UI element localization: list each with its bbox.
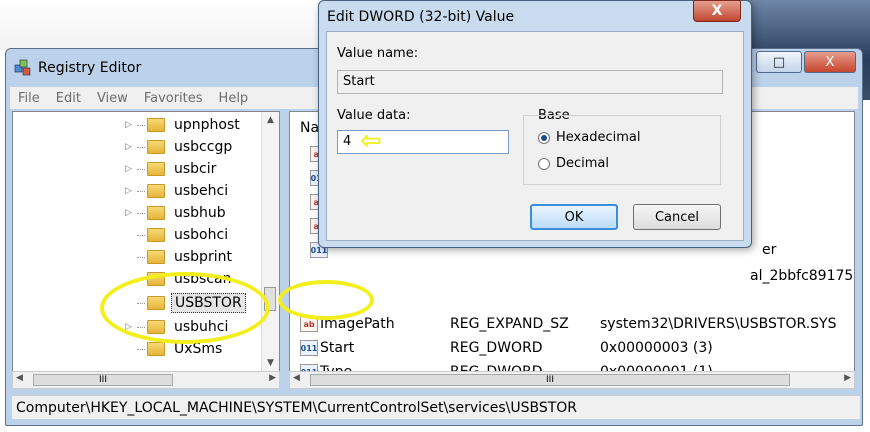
menu-favorites[interactable]: Favorites [136, 91, 211, 106]
tree-item[interactable]: ▷ usbccgp [13, 136, 235, 158]
folder-icon [147, 342, 165, 356]
folder-icon [147, 250, 165, 264]
radio-selected-icon[interactable] [538, 131, 550, 144]
binary-value-icon: 011 [300, 340, 318, 356]
dialog-body: Value name: Start Value data: 4 Base Hex… [326, 31, 744, 241]
scroll-left-icon[interactable]: ◀ [293, 373, 300, 383]
value-data-label: Value data: [337, 108, 411, 123]
scroll-thumb[interactable]: III [33, 374, 173, 386]
maximize-button[interactable]: □ [756, 51, 802, 73]
tree-item[interactable]: ▷ usbhub [13, 202, 229, 224]
radio-unselected-icon[interactable] [538, 157, 550, 170]
scroll-left-icon[interactable]: ◀ [16, 373, 23, 383]
window-title-text: Registry Editor [38, 60, 142, 76]
scroll-down-icon[interactable]: ▼ [262, 355, 279, 372]
highlight-circle-start [278, 280, 374, 320]
folder-icon [147, 140, 165, 154]
tree-item[interactable]: ▷ upnphost [13, 114, 243, 136]
dialog-title: Edit DWORD (32-bit) Value [327, 9, 515, 25]
value-row[interactable]: ab ImagePath REG_EXPAND_SZ system32\DRIV… [290, 312, 854, 336]
folder-icon [147, 118, 165, 132]
dialog-close-button[interactable]: X [693, 0, 741, 22]
radio-hexadecimal[interactable]: Hexadecimal [538, 130, 640, 145]
cancel-button[interactable]: Cancel [633, 204, 721, 230]
value-row-start[interactable]: 011 Start REG_DWORD 0x00000003 (3) [290, 336, 854, 360]
menu-edit[interactable]: Edit [48, 91, 89, 106]
base-group: Hexadecimal Decimal [523, 115, 721, 185]
value-name-field: Start [337, 70, 723, 94]
expand-arrow-icon[interactable]: ▷ [125, 164, 135, 174]
partial-data-text: al_2bbfc891754 [750, 268, 855, 284]
expand-arrow-icon[interactable]: ▷ [125, 142, 135, 152]
tree-item[interactable]: usbohci [13, 224, 231, 246]
scroll-right-icon[interactable]: ▶ [844, 373, 851, 383]
scroll-up-icon[interactable]: ▲ [262, 112, 279, 129]
highlight-circle-usbstor [100, 272, 270, 344]
highlight-arrow-icon: ⇦ [360, 126, 382, 156]
folder-icon [147, 206, 165, 220]
tree-item[interactable]: usbprint [13, 246, 235, 268]
tree-vertical-scrollbar[interactable]: ▲ ▼ [261, 112, 279, 372]
value-name-label: Value name: [337, 46, 419, 61]
close-button[interactable]: X [804, 51, 856, 73]
menu-view[interactable]: View [89, 91, 136, 106]
tree-item[interactable]: ▷ usbehci [13, 180, 231, 202]
expand-arrow-icon[interactable]: ▷ [125, 120, 135, 130]
ok-button[interactable]: OK [530, 204, 618, 230]
expand-arrow-icon[interactable]: ▷ [125, 208, 135, 218]
status-bar: Computer\HKEY_LOCAL_MACHINE\SYSTEM\Curre… [12, 395, 860, 419]
registry-icon [14, 59, 32, 77]
folder-icon [147, 184, 165, 198]
expand-arrow-icon[interactable]: ▷ [125, 186, 135, 196]
radio-decimal[interactable]: Decimal [538, 156, 609, 171]
menu-file[interactable]: File [10, 91, 48, 106]
tree-horizontal-scrollbar[interactable]: ◀ III ▶ [12, 371, 280, 389]
partial-data-text: er [762, 242, 777, 258]
tree-item[interactable]: ▷ usbcir [13, 158, 219, 180]
folder-icon [147, 162, 165, 176]
values-horizontal-scrollbar[interactable]: ◀ III ▶ [289, 371, 855, 389]
scroll-right-icon[interactable]: ▶ [269, 373, 276, 383]
menu-help[interactable]: Help [211, 91, 257, 106]
column-header-name[interactable]: Na [300, 120, 319, 136]
edit-dword-dialog: Edit DWORD (32-bit) Value X Value name: … [318, 0, 752, 248]
scroll-thumb[interactable]: III [310, 374, 790, 386]
folder-icon [147, 228, 165, 242]
window-title: Registry Editor [14, 59, 141, 77]
